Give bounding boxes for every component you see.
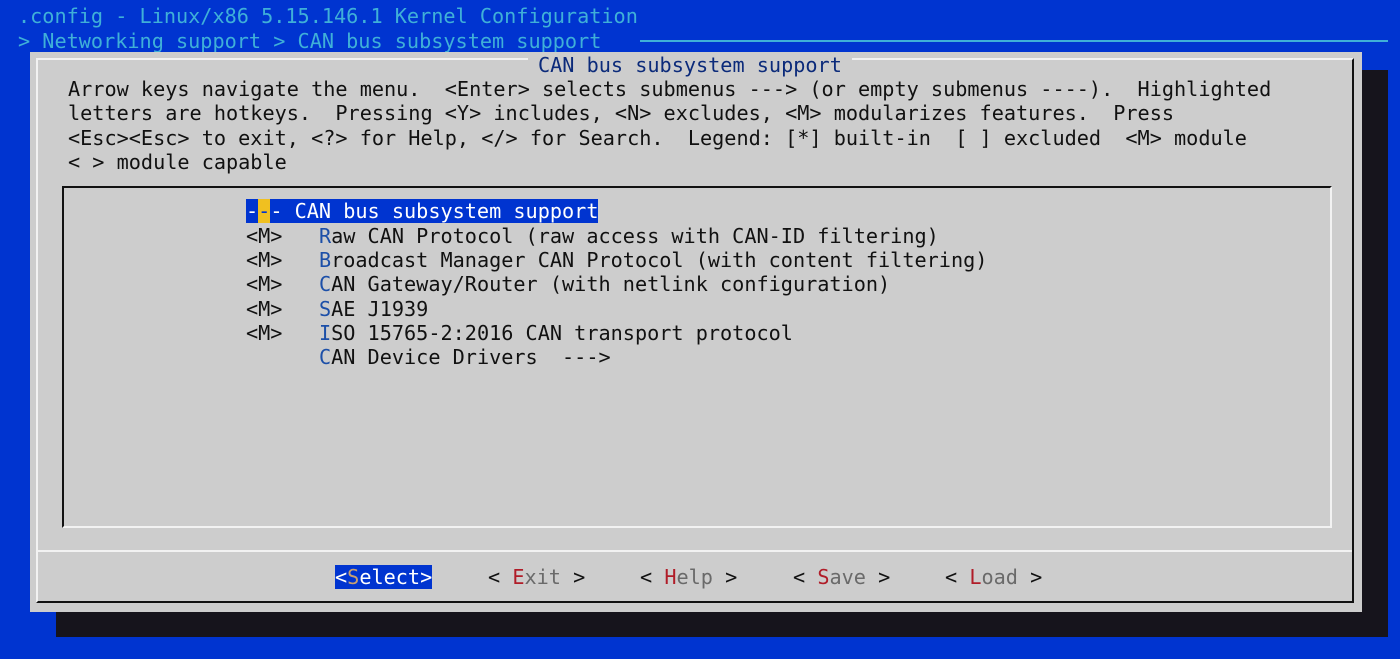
help-button[interactable]: < Help > <box>640 565 737 589</box>
bracket: > <box>865 565 891 589</box>
menu-item-can-device-drivers[interactable]: CAN Device Drivers ---> <box>246 345 611 369</box>
menu-item-can-bus-subsystem[interactable]: --- CAN bus subsystem support <box>246 199 599 223</box>
menu-hotkey: C <box>318 272 332 296</box>
window-title: .config - Linux/x86 5.15.146.1 Kernel Co… <box>18 4 638 28</box>
help-text-line: Arrow keys navigate the menu. <Enter> se… <box>68 77 1272 101</box>
bracket: < <box>640 565 665 589</box>
menu-prefix: - <box>246 199 259 223</box>
button-label: elp <box>676 565 713 589</box>
save-button[interactable]: < Save > <box>793 565 890 589</box>
menu-prefix: <M> <box>246 224 319 248</box>
select-button[interactable]: <Select> <box>335 565 433 589</box>
button-label: elect <box>359 565 421 589</box>
menu-label: AN Gateway/Router (with netlink configur… <box>331 272 891 296</box>
button-hotkey: E <box>512 565 525 589</box>
button-hotkey: S <box>817 565 830 589</box>
button-divider <box>38 550 1352 552</box>
menu-hotkey: I <box>318 321 332 345</box>
menu-hotkey: S <box>318 297 332 321</box>
button-hotkey: L <box>969 565 982 589</box>
bracket: < <box>945 565 970 589</box>
bracket: > <box>420 565 433 589</box>
menu-label: AE J1939 <box>331 297 429 321</box>
bracket: < <box>793 565 818 589</box>
menu-label: roadcast Manager CAN Protocol (with cont… <box>331 248 988 272</box>
menu-item-iso-15765[interactable]: <M> ISO 15765-2:2016 CAN transport proto… <box>246 321 793 345</box>
bracket: < <box>335 565 348 589</box>
menu-item-sae-j1939[interactable]: <M> SAE J1939 <box>246 297 428 321</box>
menu-prefix: <M> <box>246 272 319 296</box>
menu-hotkey: B <box>318 248 332 272</box>
menu-hotkey: C <box>318 345 332 369</box>
bracket: > <box>712 565 738 589</box>
menu-label: SO 15765-2:2016 CAN transport protocol <box>331 321 793 345</box>
button-label: xit <box>524 565 561 589</box>
button-hotkey: H <box>664 565 677 589</box>
button-label: ave <box>829 565 866 589</box>
help-text-line: letters are hotkeys. Pressing <Y> includ… <box>68 101 1175 125</box>
breadcrumb: > Networking support > CAN bus subsystem… <box>18 29 602 53</box>
menu-hotkey: R <box>318 224 332 248</box>
menu-hotkey: - <box>258 199 271 223</box>
button-hotkey: S <box>347 565 360 589</box>
exit-button[interactable]: < Exit > <box>488 565 585 589</box>
help-text-line: <Esc><Esc> to exit, <?> for Help, </> fo… <box>68 126 1247 150</box>
bracket: > <box>560 565 586 589</box>
menu-item-raw-can[interactable]: <M> Raw CAN Protocol (raw access with CA… <box>246 224 939 248</box>
load-button[interactable]: < Load > <box>945 565 1042 589</box>
menu-prefix: <M> <box>246 297 319 321</box>
menu-label: - CAN bus subsystem support <box>270 199 599 223</box>
button-label: oad <box>981 565 1018 589</box>
breadcrumb-rule <box>640 40 1388 42</box>
menu-label: AN Device Drivers ---> <box>331 345 611 369</box>
dialog-title: CAN bus subsystem support <box>528 53 852 77</box>
menu-item-broadcast-manager[interactable]: <M> Broadcast Manager CAN Protocol (with… <box>246 248 987 272</box>
menu-prefix: <M> <box>246 321 319 345</box>
menu-label: aw CAN Protocol (raw access with CAN-ID … <box>331 224 939 248</box>
menu-item-can-gateway[interactable]: <M> CAN Gateway/Router (with netlink con… <box>246 272 890 296</box>
menu-prefix: <M> <box>246 248 319 272</box>
bracket: > <box>1017 565 1043 589</box>
help-text-line: < > module capable <box>68 150 287 174</box>
bracket: < <box>488 565 513 589</box>
menu-prefix <box>246 345 319 369</box>
